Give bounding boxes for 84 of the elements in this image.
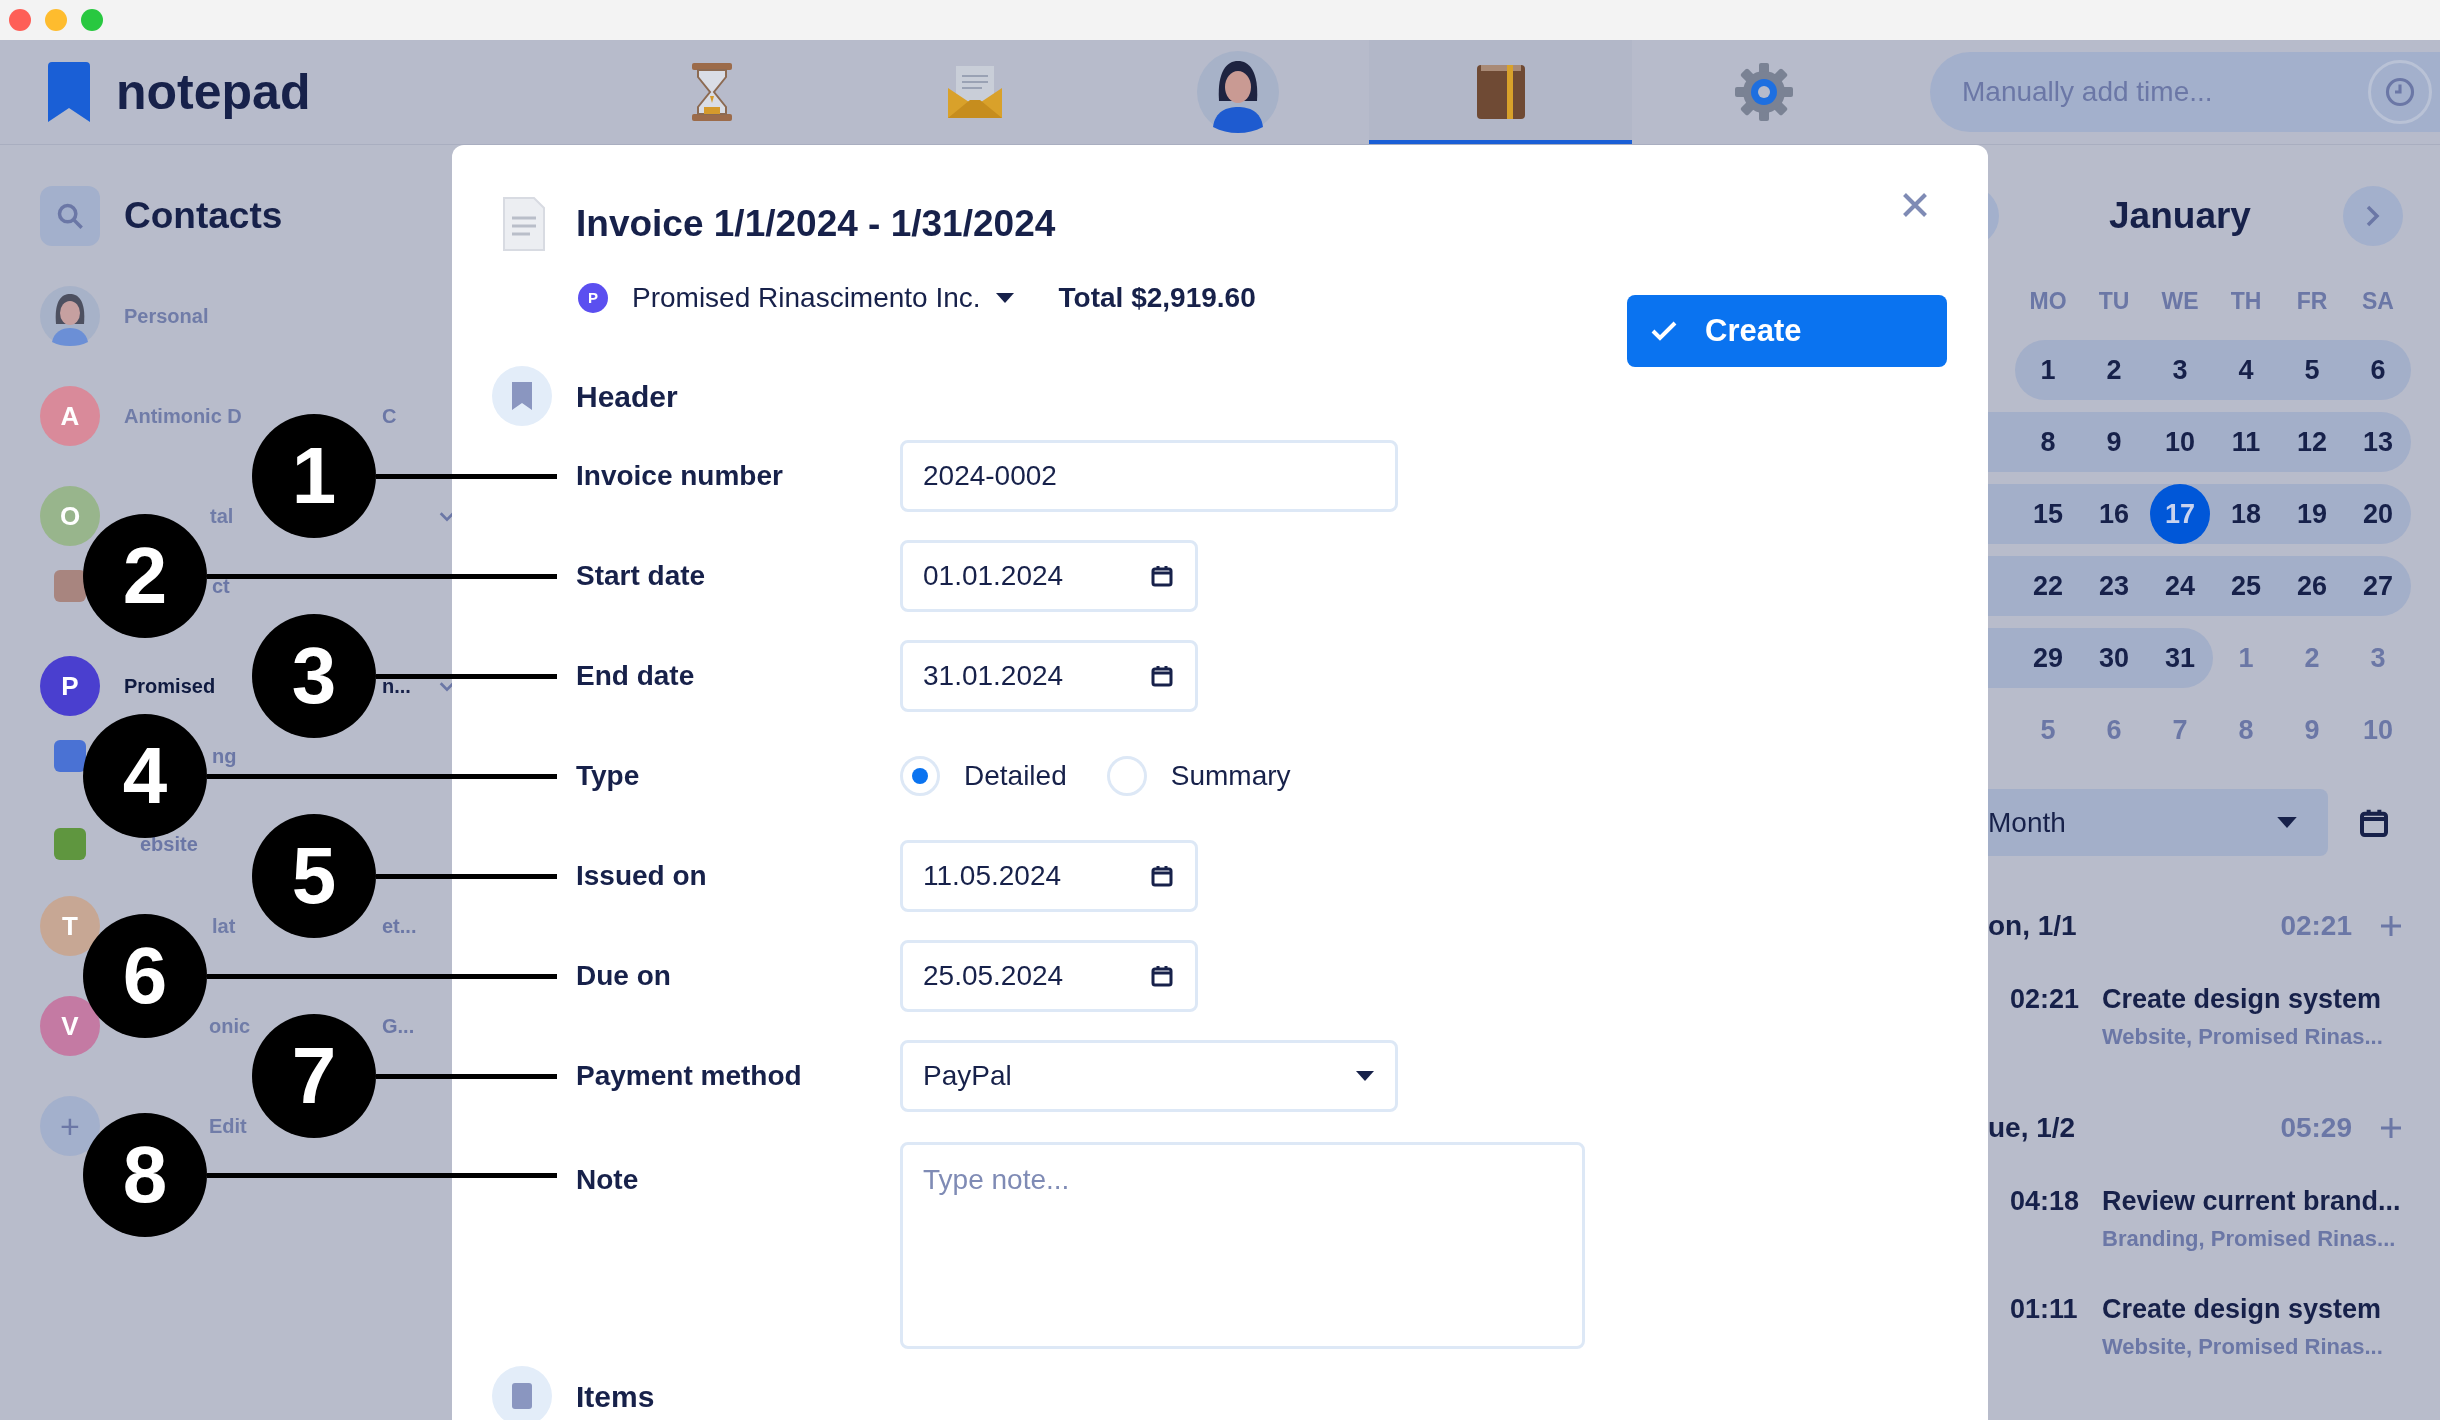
avatar-icon xyxy=(40,286,100,346)
check-icon xyxy=(1651,320,1677,342)
field-label: End date xyxy=(576,659,696,693)
calendar-day[interactable]: 17 xyxy=(2150,484,2210,544)
field-label: Invoice number xyxy=(576,459,784,493)
book-icon xyxy=(1474,63,1527,121)
zoom-window-button[interactable] xyxy=(81,9,103,31)
clock-button[interactable] xyxy=(2368,60,2432,124)
date-field[interactable]: 31.01.2024 xyxy=(900,640,1198,712)
field-label: Start date xyxy=(576,559,707,593)
payment-select[interactable]: PayPal xyxy=(900,1040,1398,1112)
search-icon xyxy=(56,202,84,230)
caret-icon xyxy=(1355,1070,1375,1082)
dialog-title: Invoice 1/1/2024 - 1/31/2024 xyxy=(576,202,1056,247)
date-field[interactable]: 11.05.2024 xyxy=(900,840,1198,912)
invoice-total: Total $2,919.60 xyxy=(1058,281,1256,315)
radio-label: Detailed xyxy=(964,759,1067,793)
letter-avatar: A xyxy=(40,386,100,446)
minimize-window-button[interactable] xyxy=(45,9,67,31)
weekday-label: SA xyxy=(2361,286,2395,316)
add-icon[interactable] xyxy=(2380,1117,2402,1139)
entry-meta: Branding, Promised Rinas... xyxy=(2102,1224,2397,1253)
time-field[interactable]: Manually add time... xyxy=(1930,52,2440,132)
contact-name[interactable]: n... xyxy=(382,676,411,696)
envelope-icon xyxy=(945,64,1004,120)
app-logo: notepad xyxy=(116,62,311,122)
sidebar-title: Contacts xyxy=(124,194,283,239)
client-avatar: P xyxy=(578,283,608,313)
weekday-label: TH xyxy=(2229,286,2263,316)
field-label: Issued on xyxy=(576,859,708,893)
entry-duration: 04:18 xyxy=(2010,1185,2081,1218)
weekday-label: FR xyxy=(2295,286,2329,316)
add-icon[interactable] xyxy=(2380,915,2402,937)
radio-button[interactable] xyxy=(900,756,940,796)
create-button[interactable]: Create xyxy=(1627,295,1947,367)
note-field[interactable]: Type note... xyxy=(900,1142,1585,1349)
calendar-icon xyxy=(1150,664,1174,688)
field-label: Note xyxy=(576,1163,640,1197)
nav-tab[interactable] xyxy=(1369,40,1632,144)
letter-avatar: P xyxy=(40,656,100,716)
day-heading: on, 1/1 xyxy=(1988,909,2077,943)
calendar-icon xyxy=(1150,564,1174,588)
day-total: 05:29 xyxy=(2280,1111,2352,1145)
text-field[interactable]: 2024-0002 xyxy=(900,440,1398,512)
view-select[interactable]: Month xyxy=(1988,789,2328,856)
field-label: Due on xyxy=(576,959,672,993)
entry-duration: 02:21 xyxy=(2010,983,2081,1016)
month-title: January xyxy=(2109,194,2251,239)
day-total: 02:21 xyxy=(2280,909,2352,943)
date-field[interactable]: 25.05.2024 xyxy=(900,940,1198,1012)
field-label: Payment method xyxy=(576,1059,803,1093)
entry-duration: 01:11 xyxy=(2010,1293,2079,1326)
date-field[interactable]: 01.01.2024 xyxy=(900,540,1198,612)
close-window-button[interactable] xyxy=(9,9,31,31)
search-button[interactable] xyxy=(40,186,100,246)
weekday-label: WE xyxy=(2160,286,2200,316)
settings-icon xyxy=(1733,62,1794,122)
caret-icon xyxy=(994,292,1015,304)
day-heading: ue, 1/2 xyxy=(1988,1111,2076,1145)
entry-title[interactable]: Review current brand... xyxy=(2102,1181,2401,1222)
client-select[interactable]: Promised Rinascimento Inc. xyxy=(632,277,1015,319)
field-label: Type xyxy=(576,759,641,793)
calendar-icon xyxy=(1150,864,1174,888)
caret-icon xyxy=(2276,816,2298,829)
document-icon xyxy=(500,196,548,252)
chevron-right-icon xyxy=(2365,205,2381,227)
clock-icon xyxy=(2385,77,2415,107)
contact-name[interactable]: Promised xyxy=(124,676,216,696)
section-title: Items xyxy=(576,1378,655,1415)
entry-title[interactable]: Create design system xyxy=(2102,1289,2383,1330)
hourglass-icon xyxy=(689,63,734,121)
section-title: Header xyxy=(576,378,678,415)
radio-label: Summary xyxy=(1170,759,1291,793)
weekday-label: TU xyxy=(2097,286,2131,316)
entry-meta: Website, Promised Rinas... xyxy=(2102,1022,2383,1051)
entry-meta: Website, Promised Rinas... xyxy=(2102,1332,2383,1361)
avatar-icon xyxy=(1196,51,1279,133)
radio-button[interactable] xyxy=(1106,756,1147,796)
calendar-icon xyxy=(1150,964,1174,988)
weekday-label: MO xyxy=(2028,286,2068,316)
entry-title[interactable]: Create design system xyxy=(2102,979,2383,1020)
close-icon[interactable] xyxy=(1901,191,1929,219)
section-icon xyxy=(492,1366,552,1420)
bookmark-icon xyxy=(48,62,90,122)
